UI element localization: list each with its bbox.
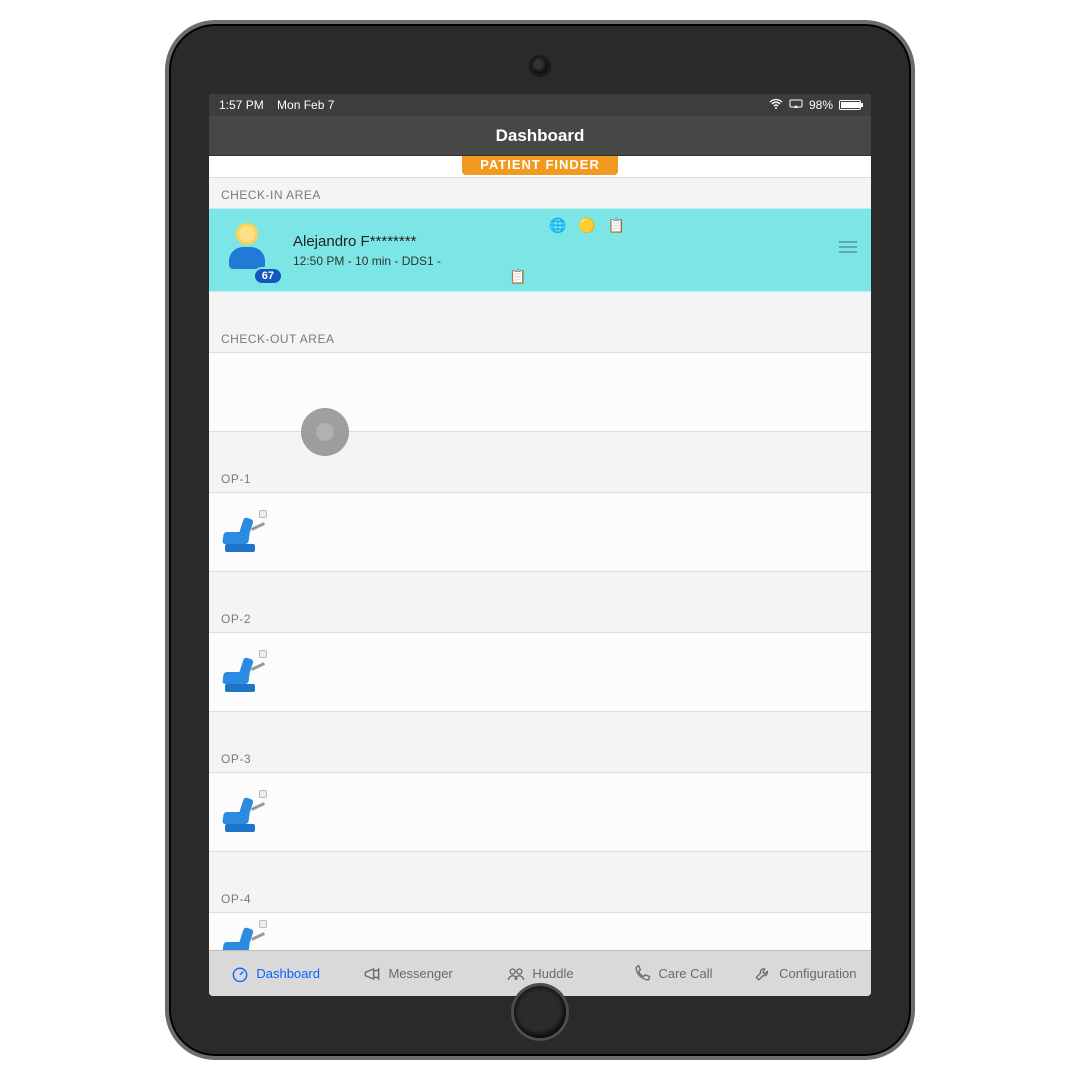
ipad-frame: 1:57 PM Mon Feb 7 98% Dashboard PATIENT … xyxy=(165,20,915,1060)
screen: 1:57 PM Mon Feb 7 98% Dashboard PATIENT … xyxy=(209,94,871,996)
wrench-icon xyxy=(753,964,773,984)
tab-label: Huddle xyxy=(532,966,573,981)
finder-row: PATIENT FINDER xyxy=(209,156,871,178)
home-button[interactable] xyxy=(514,986,566,1038)
patient-name: Alejandro F******** xyxy=(293,233,441,250)
dental-chair-icon xyxy=(219,648,267,696)
section-header-checkin: CHECK-IN AREA xyxy=(209,178,871,208)
patient-finder-button[interactable]: PATIENT FINDER xyxy=(462,156,618,175)
patient-card[interactable]: 67 Alejandro F******** 12:50 PM - 10 min… xyxy=(209,208,871,292)
patient-status-icons: 🌐 🟡 📋 xyxy=(549,217,629,234)
patient-avatar: 67 xyxy=(221,221,279,279)
page-title: Dashboard xyxy=(496,126,585,146)
section-header-op2: OP-2 xyxy=(209,602,871,632)
dental-chair-icon xyxy=(219,788,267,836)
tab-configuration[interactable]: Configuration xyxy=(739,951,871,996)
drag-handle-icon[interactable] xyxy=(839,241,857,253)
dental-chair-icon xyxy=(219,508,267,556)
op3-slot[interactable] xyxy=(209,772,871,852)
tab-label: Messenger xyxy=(388,966,452,981)
tab-dashboard[interactable]: Dashboard xyxy=(209,951,341,996)
assistive-touch-button[interactable] xyxy=(301,408,349,456)
tab-carecall[interactable]: Care Call xyxy=(606,951,738,996)
op1-slot[interactable] xyxy=(209,492,871,572)
nav-bar: Dashboard xyxy=(209,116,871,156)
airplay-icon xyxy=(789,98,803,112)
dental-chair-icon xyxy=(219,918,267,950)
device-camera xyxy=(532,58,548,74)
op2-slot[interactable] xyxy=(209,632,871,712)
section-header-checkout: CHECK-OUT AREA xyxy=(209,322,871,352)
status-date: Mon Feb 7 xyxy=(277,98,334,112)
section-header-op3: OP-3 xyxy=(209,742,871,772)
status-bar: 1:57 PM Mon Feb 7 98% xyxy=(209,94,871,116)
tab-label: Care Call xyxy=(658,966,712,981)
section-header-op4: OP-4 xyxy=(209,882,871,912)
phone-icon xyxy=(632,964,652,984)
section-header-op1: OP-1 xyxy=(209,462,871,492)
battery-percent: 98% xyxy=(809,98,833,112)
group-icon xyxy=(506,964,526,984)
content-scroll[interactable]: CHECK-IN AREA 67 Alejandro F******** 12:… xyxy=(209,178,871,950)
tab-label: Configuration xyxy=(779,966,856,981)
patient-badge: 67 xyxy=(253,267,283,285)
tab-label: Dashboard xyxy=(256,966,320,981)
op4-slot[interactable] xyxy=(209,912,871,950)
patient-detail: 12:50 PM - 10 min - DDS1 - xyxy=(293,254,441,268)
wifi-icon xyxy=(769,98,783,112)
clipboard-icon[interactable]: 📋 xyxy=(509,268,526,285)
megaphone-icon xyxy=(362,964,382,984)
tab-messenger[interactable]: Messenger xyxy=(341,951,473,996)
gauge-icon xyxy=(230,964,250,984)
status-time: 1:57 PM xyxy=(219,98,264,112)
battery-icon xyxy=(839,100,861,110)
